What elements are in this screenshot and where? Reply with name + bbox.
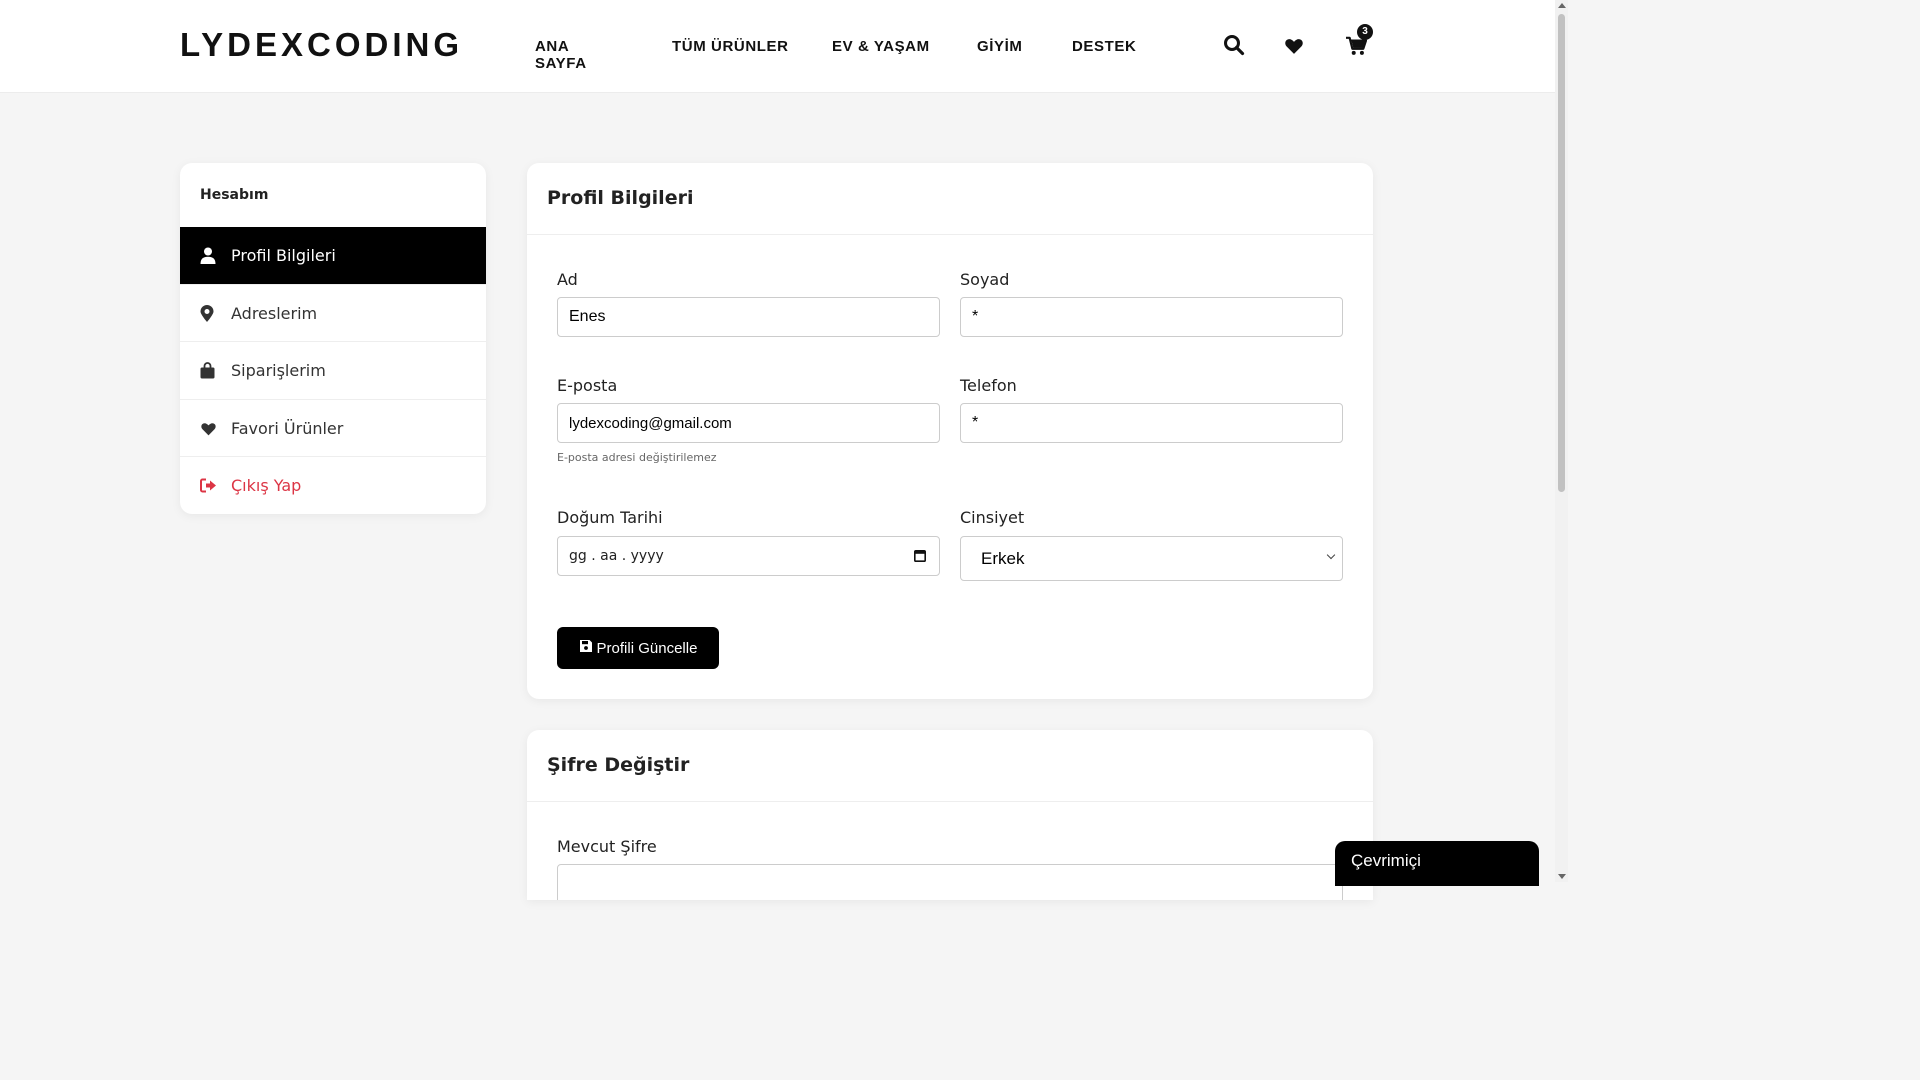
heart-icon[interactable] bbox=[1284, 36, 1308, 60]
nav-item-support[interactable]: DESTEK bbox=[1072, 38, 1136, 55]
password-card-title: Şifre Değiştir bbox=[547, 754, 690, 776]
update-profile-label: Profili Güncelle bbox=[596, 639, 698, 657]
save-icon bbox=[579, 639, 593, 657]
site-header: LYDEXCODING ANA SAYFA TÜM ÜRÜNLER EV & Y… bbox=[0, 0, 1555, 93]
scroll-down-arrow-icon[interactable] bbox=[1558, 874, 1566, 879]
sidebar-item-addresses[interactable]: Adreslerim bbox=[180, 284, 486, 341]
birth-date-input[interactable]: gg . aa . yyyy bbox=[557, 536, 940, 576]
shopping-bag-icon bbox=[200, 362, 216, 379]
email-field: lydexcoding@gmail.com bbox=[557, 403, 940, 443]
chevron-down-icon bbox=[1326, 550, 1336, 560]
page-scrollbar[interactable] bbox=[1555, 0, 1568, 882]
last-name-input[interactable]: * bbox=[960, 297, 1343, 337]
nav-item-home-living[interactable]: EV & YAŞAM bbox=[832, 38, 930, 55]
nav-item-home[interactable]: ANA SAYFA bbox=[535, 38, 587, 72]
sidebar-item-favorites[interactable]: Favori Ürünler bbox=[180, 399, 486, 456]
profile-card-header: Profil Bilgileri bbox=[527, 163, 1373, 235]
phone-label: Telefon bbox=[960, 376, 1017, 395]
email-label: E-posta bbox=[557, 376, 618, 395]
first-name-input[interactable]: Enes bbox=[557, 297, 940, 337]
chat-status-label: Çevrimiçi bbox=[1351, 851, 1421, 870]
sidebar-title: Hesabım bbox=[200, 187, 269, 203]
account-sidebar: Hesabım Profil Bilgileri Adreslerim Sipa… bbox=[180, 163, 486, 514]
current-password-label: Mevcut Şifre bbox=[557, 837, 657, 856]
sidebar-item-logout[interactable]: Çıkış Yap bbox=[180, 456, 486, 513]
sidebar-item-orders[interactable]: Siparişlerim bbox=[180, 341, 486, 398]
sidebar-item-label: Çıkış Yap bbox=[231, 475, 302, 495]
cart-count-badge: 3 bbox=[1357, 24, 1373, 40]
birth-date-label: Doğum Tarihi bbox=[557, 508, 663, 527]
nav-item-clothing[interactable]: GİYİM bbox=[977, 38, 1023, 55]
online-chat-widget[interactable]: Çevrimiçi bbox=[1335, 841, 1539, 886]
scroll-up-arrow-icon[interactable] bbox=[1558, 3, 1566, 8]
birth-date-placeholder: gg . aa . yyyy bbox=[569, 548, 664, 564]
current-password-input[interactable] bbox=[557, 864, 1343, 900]
sign-out-icon bbox=[200, 478, 216, 494]
gender-selected-value: Erkek bbox=[981, 548, 1025, 568]
profile-card-title: Profil Bilgileri bbox=[547, 187, 694, 209]
calendar-icon[interactable] bbox=[914, 549, 926, 566]
user-icon bbox=[200, 247, 216, 264]
nav-item-all-products[interactable]: TÜM ÜRÜNLER bbox=[672, 38, 789, 55]
sidebar-item-label: Siparişlerim bbox=[231, 360, 326, 380]
phone-input[interactable]: * bbox=[960, 403, 1343, 443]
sidebar-item-label: Adreslerim bbox=[231, 303, 318, 323]
heart-icon bbox=[200, 421, 216, 437]
password-card: Şifre Değiştir Mevcut Şifre bbox=[527, 730, 1373, 900]
sidebar-item-label: Profil Bilgileri bbox=[231, 246, 336, 265]
update-profile-button[interactable]: Profili Güncelle bbox=[557, 627, 719, 669]
gender-select[interactable]: Erkek bbox=[960, 536, 1343, 581]
first-name-label: Ad bbox=[557, 270, 578, 289]
scroll-thumb[interactable] bbox=[1558, 14, 1565, 492]
map-pin-icon bbox=[200, 305, 216, 322]
sidebar-item-label: Favori Ürünler bbox=[231, 418, 344, 438]
password-card-header: Şifre Değiştir bbox=[527, 730, 1373, 802]
email-hint: E-posta adresi değiştirilemez bbox=[557, 451, 717, 464]
profile-card: Profil Bilgileri Ad Enes Soyad * E-posta… bbox=[527, 163, 1373, 699]
site-logo[interactable]: LYDEXCODING bbox=[180, 26, 463, 64]
sidebar-item-profile[interactable]: Profil Bilgileri bbox=[180, 227, 486, 284]
last-name-label: Soyad bbox=[960, 270, 1010, 289]
search-icon[interactable] bbox=[1223, 34, 1247, 58]
gender-label: Cinsiyet bbox=[960, 508, 1025, 527]
